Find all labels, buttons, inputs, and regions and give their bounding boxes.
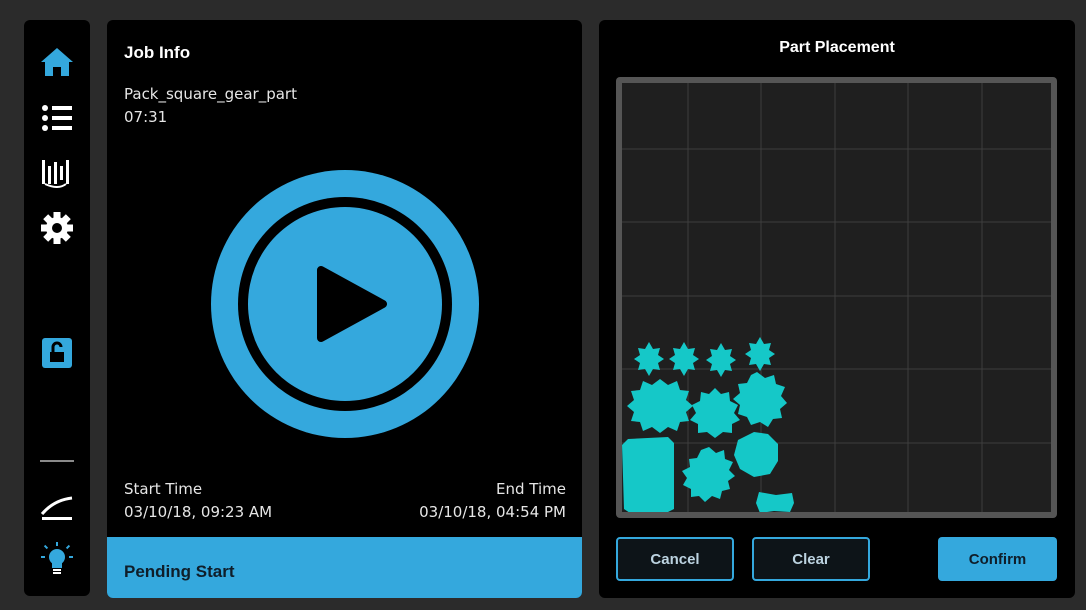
nav-list-button[interactable]: [37, 98, 77, 138]
part-rounded-square: [622, 437, 674, 512]
end-time-label: End Time: [496, 480, 566, 498]
sidebar-divider: [40, 460, 74, 462]
list-icon: [42, 105, 72, 131]
nav-light-button[interactable]: [37, 540, 77, 580]
unlock-icon: [42, 338, 72, 368]
job-info-panel: Job Info Pack_square_gear_part 07:31 Sta…: [107, 20, 582, 598]
confirm-button[interactable]: Confirm: [938, 537, 1057, 581]
nav-home-button[interactable]: [37, 42, 77, 82]
part-placement-title: Part Placement: [779, 39, 895, 56]
placement-grid[interactable]: [616, 77, 1057, 518]
part-placement-panel: Part Placement Cancel Clear Confirm: [599, 20, 1075, 598]
job-duration: 07:31: [124, 108, 168, 126]
nav-tools-button[interactable]: [37, 152, 77, 192]
gear-icon: [41, 212, 73, 244]
job-info-title: Job Info: [124, 43, 191, 62]
start-time-value: 03/10/18, 09:23 AM: [124, 503, 273, 521]
status-text: Pending Start: [124, 561, 235, 581]
start-time-label: Start Time: [124, 480, 203, 498]
nav-curve-button[interactable]: [37, 488, 77, 528]
ruler-icon: [42, 160, 69, 188]
cancel-button[interactable]: Cancel: [616, 537, 734, 581]
sidebar: [24, 20, 90, 596]
job-name: Pack_square_gear_part: [124, 85, 297, 103]
lightbulb-icon: [41, 542, 73, 574]
curve-icon: [40, 496, 73, 520]
part-small-bar: [756, 492, 794, 512]
lock-toggle-button[interactable]: [37, 333, 77, 373]
status-bar: Pending Start: [107, 537, 582, 598]
nav-settings-button[interactable]: [37, 208, 77, 248]
home-icon: [41, 48, 73, 76]
end-time-value: 03/10/18, 04:54 PM: [419, 503, 566, 521]
play-button[interactable]: [211, 170, 479, 438]
clear-button[interactable]: Clear: [752, 537, 870, 581]
placement-grid-canvas[interactable]: [622, 83, 1051, 512]
